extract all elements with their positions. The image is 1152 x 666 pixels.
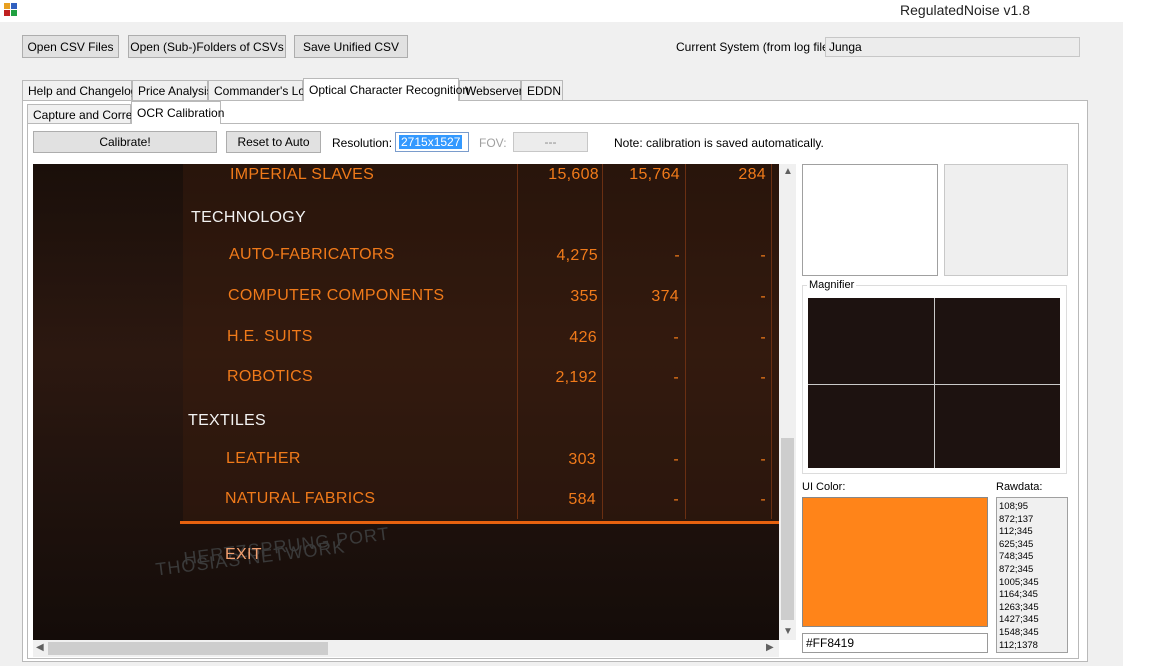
commodity-cargo: - xyxy=(760,288,766,305)
app-window: RegulatedNoise v1.8 Open CSV Files Open … xyxy=(0,0,1123,666)
app-icon xyxy=(4,3,18,17)
rawdata-label: Rawdata: xyxy=(996,481,1043,493)
viewer-horizontal-scrollbar[interactable]: ◀ ▶ xyxy=(33,640,779,657)
rawdata-item: 112;345 xyxy=(999,526,1033,538)
commodity-name: H.E. SUITS xyxy=(227,328,313,345)
magnifier-crosshair-horizontal xyxy=(808,384,1060,385)
preview-box-right xyxy=(944,164,1068,276)
scroll-up-icon[interactable]: ▲ xyxy=(783,166,793,177)
current-system-label: Current System (from log files) xyxy=(676,40,839,54)
commodity-buy: 15,764 xyxy=(629,166,680,183)
commodity-name: ROBOTICS xyxy=(227,368,313,385)
commodity-buy: - xyxy=(673,491,679,508)
resolution-value: 2715x1527 xyxy=(399,135,463,149)
vertical-scroll-thumb[interactable] xyxy=(781,438,794,620)
rawdata-item: 112;1378 xyxy=(999,639,1038,651)
ui-color-label: UI Color: xyxy=(802,481,846,493)
list-separator xyxy=(180,521,779,524)
rawdata-item: 625;345 xyxy=(999,538,1034,550)
commodity-name: COMPUTER COMPONENTS xyxy=(228,287,445,304)
resolution-label: Resolution: xyxy=(332,136,393,150)
commodity-sell: 426 xyxy=(569,329,597,346)
column-divider xyxy=(771,164,772,519)
commodity-buy: - xyxy=(674,247,680,264)
horizontal-scroll-thumb[interactable] xyxy=(48,642,328,655)
tab-price-analysis[interactable]: Price Analysis xyxy=(132,80,213,100)
commodity-name: LEATHER xyxy=(226,450,301,467)
commodity-sell: 584 xyxy=(568,491,596,508)
commodity-cargo: - xyxy=(760,369,766,386)
rawdata-item: 1263;345 xyxy=(999,601,1039,613)
commodity-name: AUTO-FABRICATORS xyxy=(229,246,395,263)
tab-capture-and-correct[interactable]: Capture and Correct xyxy=(27,104,142,124)
open-csv-files-button[interactable]: Open CSV Files xyxy=(22,35,119,58)
rawdata-item: 108;95 xyxy=(999,501,1029,512)
commodity-buy: - xyxy=(673,369,679,386)
commodity-sell: 303 xyxy=(568,451,596,468)
preview-box-left xyxy=(802,164,938,276)
ui-color-hex-field[interactable]: #FF8419 xyxy=(802,633,988,653)
scroll-left-icon[interactable]: ◀ xyxy=(36,642,44,653)
exit-label: EXIT xyxy=(225,546,262,563)
rawdata-item: 1548;345 xyxy=(999,626,1039,638)
open-folders-button[interactable]: Open (Sub-)Folders of CSVs xyxy=(128,35,286,58)
tab-help-and-changelog[interactable]: Help and Changelog xyxy=(22,80,137,100)
rawdata-item: 1164;345 xyxy=(999,589,1038,601)
rawdata-item: 1427;345 xyxy=(999,614,1039,626)
commodity-buy: 374 xyxy=(651,288,679,305)
ui-color-swatch[interactable] xyxy=(802,497,988,627)
rawdata-list[interactable]: 108;95 872;137 112;345 625;345 748;345 8… xyxy=(996,497,1068,653)
commodity-cargo: - xyxy=(760,329,766,346)
reset-to-auto-button[interactable]: Reset to Auto xyxy=(226,131,321,153)
save-unified-csv-button[interactable]: Save Unified CSV xyxy=(294,35,408,58)
category-heading: TECHNOLOGY xyxy=(191,209,307,226)
tab-optical-character-recognition[interactable]: Optical Character Recognition xyxy=(303,78,469,101)
current-system-field[interactable]: Junga xyxy=(825,37,1080,57)
scroll-down-icon[interactable]: ▼ xyxy=(783,626,793,637)
commodity-cargo: - xyxy=(760,451,766,468)
title-bar: RegulatedNoise v1.8 xyxy=(0,0,1123,22)
commodity-buy: - xyxy=(673,329,679,346)
fov-label: FOV: xyxy=(479,136,507,150)
tab-commanders-log[interactable]: Commander's Log xyxy=(208,80,312,100)
magnifier-label: Magnifier xyxy=(807,279,857,291)
resolution-field[interactable]: 2715x1527 xyxy=(395,132,469,152)
commodity-name: NATURAL FABRICS xyxy=(225,490,376,507)
viewer-vertical-scrollbar[interactable]: ▲ ▼ xyxy=(779,164,796,640)
commodity-name: IMPERIAL SLAVES xyxy=(230,166,375,183)
commodity-sell: 4,275 xyxy=(556,247,598,264)
commodity-sell: 15,608 xyxy=(548,166,599,183)
magnifier-crosshair-vertical xyxy=(934,298,935,468)
desktop-strip xyxy=(1123,0,1152,666)
commodity-buy: - xyxy=(673,451,679,468)
tab-eddn[interactable]: EDDN xyxy=(521,80,563,100)
scroll-right-icon[interactable]: ▶ xyxy=(766,642,774,653)
fov-field: --- xyxy=(513,132,588,152)
rawdata-item: 1005;345 xyxy=(999,576,1039,588)
calibrate-button[interactable]: Calibrate! xyxy=(33,131,217,153)
category-heading: TEXTILES xyxy=(188,412,266,429)
calibration-note: Note: calibration is saved automatically… xyxy=(614,136,824,150)
rawdata-item: 872;137 xyxy=(999,513,1034,525)
rawdata-item: 872;345 xyxy=(999,563,1034,575)
commodity-sell: 2,192 xyxy=(555,369,597,386)
screenshot-viewer[interactable]: HERTZSPRUNG PORT THOSIAS NETWORK IMPERIA… xyxy=(33,164,779,640)
commodity-cargo: 284 xyxy=(738,166,766,183)
commodity-cargo: - xyxy=(760,247,766,264)
commodity-sell: 355 xyxy=(570,288,598,305)
magnifier-view xyxy=(808,298,1060,468)
rawdata-item: 748;345 xyxy=(999,551,1034,563)
tab-ocr-calibration[interactable]: OCR Calibration xyxy=(131,101,224,124)
commodity-cargo: - xyxy=(760,491,766,508)
window-title: RegulatedNoise v1.8 xyxy=(900,2,1030,18)
